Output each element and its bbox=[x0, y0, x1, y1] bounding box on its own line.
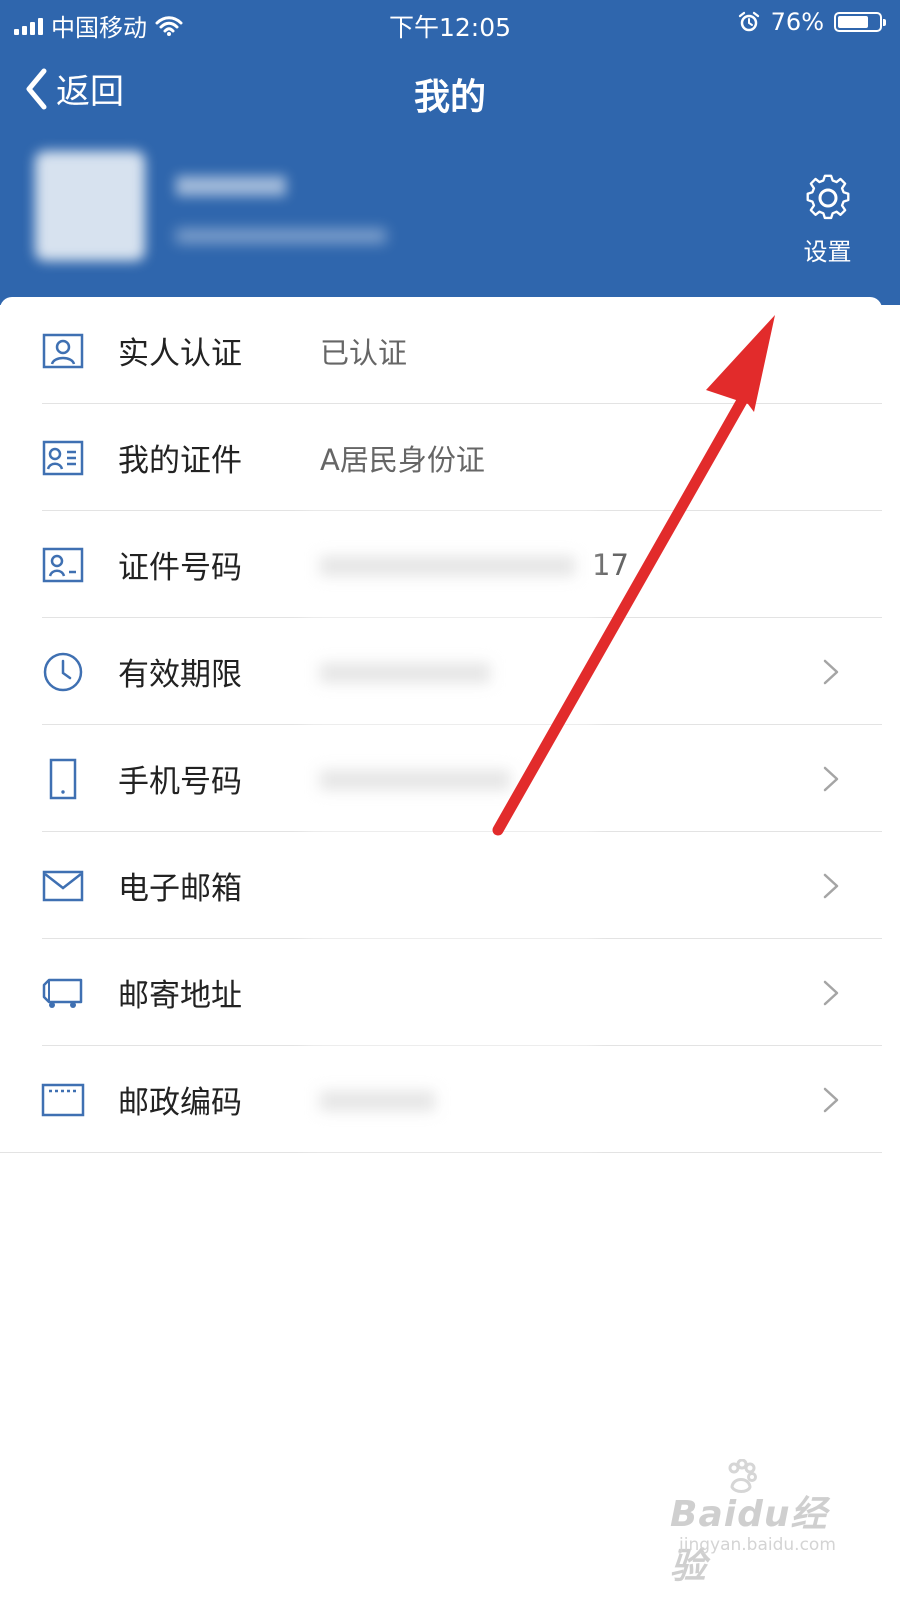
postcode-icon bbox=[41, 1078, 85, 1122]
chevron-right-icon bbox=[823, 873, 839, 898]
privacy-blur-panel bbox=[304, 507, 596, 1151]
chevron-right-icon bbox=[823, 980, 839, 1005]
email-label: 电子邮箱 bbox=[118, 871, 242, 907]
mailing-address-label: 邮寄地址 bbox=[118, 978, 242, 1014]
document-number-label: 证件号码 bbox=[118, 550, 242, 586]
baidu-jingyan-watermark: Baidu经验 jingyan.baidu.com bbox=[670, 1459, 850, 1587]
battery-percent: 76% bbox=[770, 8, 824, 36]
header: 中国移动 下午12:05 76% 返回 我的 设置 bbox=[0, 0, 900, 305]
id-number-icon bbox=[41, 543, 85, 587]
my-documents-value: A居民身份证 bbox=[320, 442, 485, 477]
list-item-my-documents[interactable]: 我的证件 A居民身份证 bbox=[0, 404, 882, 511]
validity-period-label: 有效期限 bbox=[118, 657, 242, 693]
clock-icon bbox=[41, 650, 85, 694]
chevron-right-icon bbox=[823, 1087, 839, 1112]
profile-section: 设置 bbox=[0, 134, 900, 305]
postal-code-label: 邮政编码 bbox=[118, 1085, 242, 1121]
mobile-number-label: 手机号码 bbox=[118, 764, 242, 800]
navigation-bar: 返回 我的 bbox=[0, 46, 900, 134]
real-name-verification-label: 实人认证 bbox=[118, 336, 242, 372]
truck-icon bbox=[41, 971, 85, 1015]
chevron-right-icon bbox=[823, 766, 839, 791]
battery-icon bbox=[834, 12, 886, 32]
settings-label: 设置 bbox=[803, 238, 852, 266]
id-card-icon bbox=[41, 436, 85, 480]
status-right: 76% bbox=[737, 8, 886, 36]
settings-button[interactable]: 设置 bbox=[790, 172, 865, 267]
alarm-icon bbox=[738, 11, 759, 32]
chevron-right-icon bbox=[823, 659, 839, 684]
avatar bbox=[35, 151, 145, 261]
battery-level-fill bbox=[838, 16, 869, 28]
gear-icon bbox=[806, 174, 849, 220]
blurred-user-name bbox=[176, 176, 286, 196]
my-documents-label: 我的证件 bbox=[118, 443, 242, 479]
watermark-url: jingyan.baidu.com bbox=[679, 1535, 836, 1555]
document-number-visible-suffix: 17 bbox=[592, 547, 629, 582]
id-badge-icon bbox=[41, 329, 85, 373]
tablet-icon bbox=[41, 757, 85, 801]
real-name-verification-value: 已认证 bbox=[320, 335, 408, 370]
list-item-real-name-verification[interactable]: 实人认证 已认证 bbox=[0, 297, 882, 404]
blurred-user-detail bbox=[176, 229, 386, 243]
page-title: 我的 bbox=[413, 77, 486, 118]
mail-icon bbox=[41, 864, 85, 908]
status-bar: 中国移动 下午12:05 76% bbox=[0, 0, 900, 46]
